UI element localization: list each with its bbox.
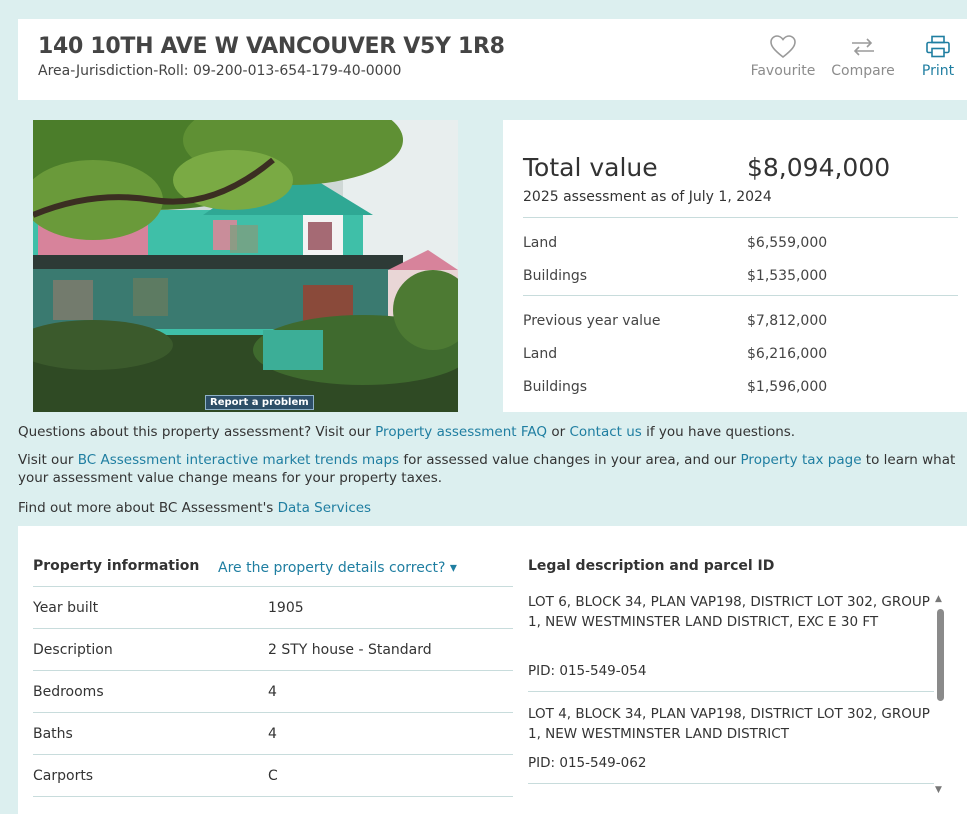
property-tax-link[interactable]: Property tax page [741, 452, 862, 468]
scrollbar-thumb[interactable] [937, 609, 944, 701]
roll-number: Area-Jurisdiction-Roll: 09-200-013-654-1… [38, 63, 402, 79]
land-value-row: Land $6,559,000 [523, 235, 958, 251]
data-services-link[interactable]: Data Services [278, 500, 371, 516]
divider [33, 796, 513, 797]
contact-us-link[interactable]: Contact us [569, 424, 641, 440]
property-address: 140 10TH AVE W VANCOUVER V5Y 1R8 [38, 34, 505, 59]
market-trends-info-text: Visit our BC Assessment interactive mark… [18, 451, 963, 487]
divider [528, 783, 934, 784]
details-correct-dropdown[interactable]: Are the property details correct? ▾ [218, 560, 457, 576]
row-value: 4 [268, 684, 277, 700]
parcel-id: PID: 015-549-062 [528, 755, 647, 771]
market-trends-link[interactable]: BC Assessment interactive market trends … [78, 452, 399, 468]
heart-icon [770, 35, 796, 59]
property-info-title: Property information [33, 558, 200, 574]
bedrooms-row: Bedrooms 4 [33, 684, 513, 700]
divider [33, 670, 513, 671]
row-value: C [268, 768, 278, 784]
row-label: Description [33, 642, 113, 658]
row-label: Baths [33, 726, 73, 742]
divider [523, 295, 958, 296]
buildings-value-row: Buildings $1,535,000 [523, 268, 958, 284]
compare-label: Compare [831, 63, 895, 79]
faq-link[interactable]: Property assessment FAQ [375, 424, 547, 440]
row-label: Previous year value [523, 313, 661, 329]
faq-info-text: Questions about this property assessment… [18, 423, 963, 441]
property-header: 140 10TH AVE W VANCOUVER V5Y 1R8 Area-Ju… [18, 19, 967, 100]
total-value-amount: $8,094,000 [747, 153, 891, 182]
divider [33, 712, 513, 713]
row-value: $7,812,000 [747, 313, 828, 329]
favourite-button[interactable]: Favourite [750, 35, 816, 79]
divider [528, 691, 934, 692]
info-text: Visit our [18, 452, 78, 468]
row-value: $1,535,000 [747, 268, 828, 284]
row-label: Buildings [523, 379, 588, 395]
info-text: if you have questions. [641, 424, 796, 440]
scroll-down-arrow-icon[interactable]: ▼ [935, 785, 942, 795]
print-label: Print [921, 63, 955, 79]
property-photo [33, 120, 458, 412]
legal-description-entry: LOT 6, BLOCK 34, PLAN VAP198, DISTRICT L… [528, 594, 930, 630]
report-problem-button[interactable]: Report a problem [205, 395, 314, 410]
row-label: Land [523, 346, 558, 362]
parcel-id: PID: 015-549-054 [528, 663, 647, 679]
info-text: Find out more about BC Assessment's [18, 500, 278, 516]
year-built-row: Year built 1905 [33, 600, 513, 616]
printer-icon [926, 35, 950, 58]
print-button[interactable]: Print [916, 35, 960, 79]
divider [33, 586, 513, 587]
compare-button[interactable]: Compare [828, 35, 898, 79]
compare-icon [852, 38, 874, 56]
scroll-up-arrow-icon[interactable]: ▲ [935, 594, 942, 604]
total-value-label: Total value [523, 153, 658, 182]
row-value: 2 STY house - Standard [268, 642, 432, 658]
baths-row: Baths 4 [33, 726, 513, 742]
legal-description-title: Legal description and parcel ID [528, 558, 775, 574]
info-text: or [547, 424, 570, 440]
divider [33, 628, 513, 629]
row-label: Buildings [523, 268, 588, 284]
info-text: Questions about this property assessment… [18, 424, 376, 440]
row-label: Bedrooms [33, 684, 104, 700]
legal-description-entry: LOT 4, BLOCK 34, PLAN VAP198, DISTRICT L… [528, 706, 930, 742]
property-details-panel: Property information Are the property de… [18, 526, 967, 814]
description-row: Description 2 STY house - Standard [33, 642, 513, 658]
row-label: Land [523, 235, 558, 251]
previous-year-row: Previous year value $7,812,000 [523, 313, 958, 329]
assessment-date-note: 2025 assessment as of July 1, 2024 [523, 189, 772, 205]
previous-buildings-row: Buildings $1,596,000 [523, 379, 958, 395]
divider [33, 754, 513, 755]
row-value: $1,596,000 [747, 379, 828, 395]
row-value: 1905 [268, 600, 304, 616]
info-text: for assessed value changes in your area,… [399, 452, 741, 468]
carports-row: Carports C [33, 768, 513, 784]
divider [523, 217, 958, 218]
row-label: Year built [33, 600, 99, 616]
row-value: $6,559,000 [747, 235, 828, 251]
row-value: $6,216,000 [747, 346, 828, 362]
value-card: Total value $8,094,000 2025 assessment a… [503, 120, 967, 412]
data-services-info-text: Find out more about BC Assessment's Data… [18, 499, 963, 517]
row-label: Carports [33, 768, 94, 784]
favourite-label: Favourite [750, 63, 816, 79]
previous-land-row: Land $6,216,000 [523, 346, 958, 362]
row-value: 4 [268, 726, 277, 742]
